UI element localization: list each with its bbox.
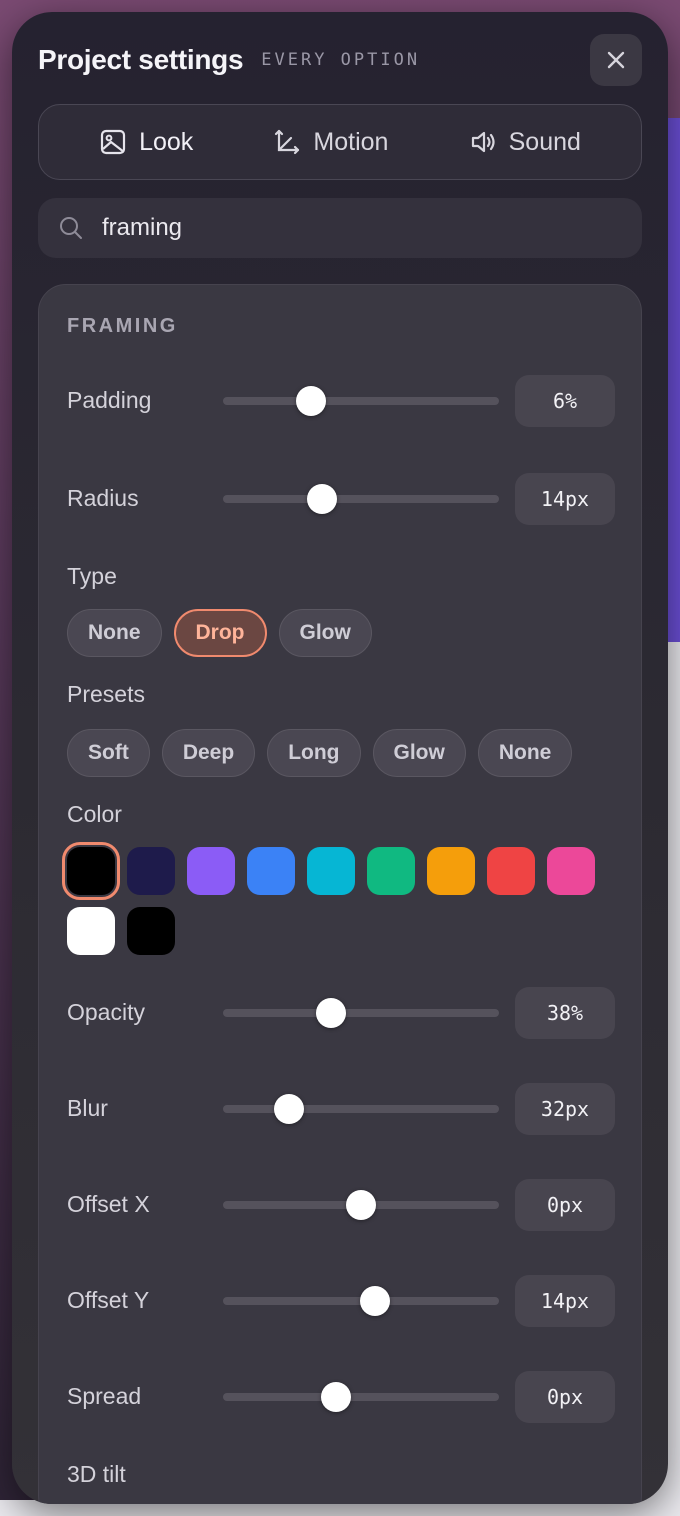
offset-x-slider-thumb[interactable] — [346, 1190, 376, 1220]
color-swatch[interactable] — [187, 847, 235, 895]
padding-value[interactable]: 6% — [515, 375, 615, 427]
radius-slider-thumb[interactable] — [307, 484, 338, 514]
panel-title: Project settings — [38, 44, 244, 75]
color-swatch[interactable] — [307, 847, 355, 895]
speaker-icon — [471, 131, 495, 153]
motion-axes-icon — [275, 129, 300, 155]
blur-slider[interactable] — [223, 1094, 499, 1124]
type-option-none[interactable]: None — [67, 609, 162, 657]
color-swatch[interactable] — [127, 847, 175, 895]
offset-y-value[interactable]: 14px — [515, 1275, 615, 1327]
panel-header: Project settings EVERY OPTION — [38, 40, 420, 80]
settings-tabs: Look Motion Sound — [38, 104, 642, 180]
padding-label: Padding — [67, 387, 152, 413]
color-swatch[interactable] — [487, 847, 535, 895]
tilt-label: 3D tilt — [67, 1461, 126, 1487]
spread-value[interactable]: 0px — [515, 1371, 615, 1423]
panel-subtitle: EVERY OPTION — [261, 50, 421, 70]
preset-none[interactable]: None — [477, 729, 573, 777]
tab-sound[interactable]: Sound — [455, 112, 595, 172]
opacity-row: Opacity 38% — [39, 987, 643, 1039]
search-icon — [60, 217, 82, 239]
radius-slider[interactable] — [223, 484, 499, 514]
padding-row: Padding 6% — [39, 375, 643, 427]
opacity-slider-thumb[interactable] — [315, 998, 346, 1028]
type-option-drop[interactable]: Drop — [173, 609, 267, 657]
offset-x-label: Offset X — [67, 1191, 150, 1217]
blur-label: Blur — [67, 1095, 108, 1121]
spread-slider[interactable] — [223, 1382, 499, 1412]
color-label: Color — [67, 801, 122, 827]
spread-row: Spread 0px — [39, 1371, 643, 1423]
tab-motion-label: Motion — [313, 127, 389, 156]
color-swatch[interactable] — [547, 847, 595, 895]
presets-label: Presets — [67, 681, 145, 707]
color-swatches — [62, 842, 627, 955]
project-settings-panel: Project settings EVERY OPTION Look Motio… — [12, 12, 668, 1504]
section-title: FRAMING — [67, 315, 178, 337]
blur-value[interactable]: 32px — [515, 1083, 615, 1135]
color-swatch[interactable] — [427, 847, 475, 895]
search-value: framing — [102, 214, 183, 241]
opacity-slider[interactable] — [223, 998, 499, 1028]
offset-y-row: Offset Y 14px — [39, 1275, 643, 1327]
tab-motion[interactable]: Motion — [259, 112, 402, 172]
framing-section: FRAMING Padding 6% Radius 14px Type None… — [38, 284, 642, 1504]
search-input[interactable]: framing — [38, 198, 642, 258]
preset-options: Soft Deep Long Glow None — [67, 729, 573, 777]
opacity-value[interactable]: 38% — [515, 987, 615, 1039]
offset-x-value[interactable]: 0px — [515, 1179, 615, 1231]
padding-slider-thumb[interactable] — [296, 386, 327, 416]
blur-row: Blur 32px — [39, 1083, 643, 1135]
tab-look[interactable]: Look — [85, 112, 207, 172]
radius-row: Radius 14px — [39, 473, 643, 525]
radius-value[interactable]: 14px — [515, 473, 615, 525]
color-swatch[interactable] — [367, 847, 415, 895]
offset-y-slider[interactable] — [223, 1286, 499, 1316]
offset-x-slider[interactable] — [223, 1190, 499, 1220]
opacity-label: Opacity — [67, 999, 145, 1025]
close-icon — [607, 51, 625, 69]
radius-label: Radius — [67, 485, 139, 511]
color-swatch[interactable] — [67, 907, 115, 955]
preset-glow[interactable]: Glow — [372, 729, 466, 777]
padding-slider[interactable] — [223, 386, 499, 416]
preset-long[interactable]: Long — [267, 729, 361, 777]
close-button[interactable] — [590, 34, 642, 86]
offset-y-slider-thumb[interactable] — [359, 1286, 390, 1316]
image-icon — [100, 129, 126, 155]
spread-label: Spread — [67, 1383, 142, 1409]
color-swatch[interactable] — [247, 847, 295, 895]
type-option-glow[interactable]: Glow — [278, 609, 372, 657]
offset-y-label: Offset Y — [67, 1287, 150, 1313]
tab-look-label: Look — [139, 127, 194, 156]
spread-slider-thumb[interactable] — [321, 1382, 352, 1412]
color-swatch[interactable] — [127, 907, 175, 955]
preset-soft[interactable]: Soft — [67, 729, 150, 777]
blur-slider-thumb[interactable] — [274, 1094, 305, 1124]
tab-sound-label: Sound — [508, 127, 581, 156]
color-swatch[interactable] — [62, 842, 120, 900]
offset-x-row: Offset X 0px — [39, 1179, 643, 1231]
type-label: Type — [67, 563, 117, 589]
type-options: None Drop Glow — [67, 609, 372, 657]
preset-deep[interactable]: Deep — [161, 729, 256, 777]
